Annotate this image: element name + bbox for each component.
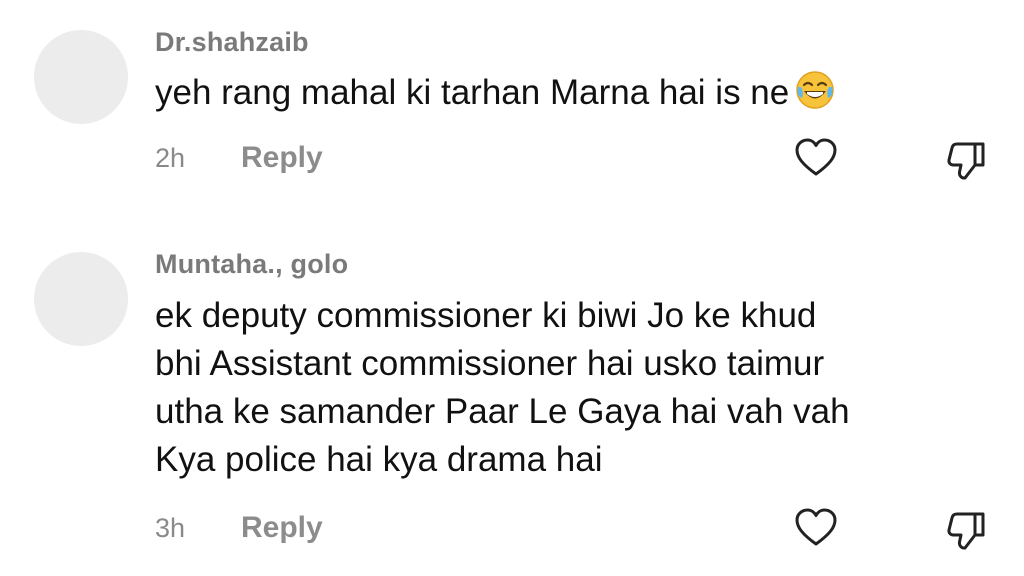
comment-body: Muntaha., golo ek deputy commissioner ki…	[155, 248, 985, 484]
like-button[interactable]	[792, 134, 840, 182]
thumbs-down-outline-icon	[947, 142, 985, 180]
dislike-button[interactable]	[942, 136, 990, 184]
thumbs-down-outline-icon	[947, 512, 985, 550]
avatar[interactable]	[34, 252, 128, 346]
avatar[interactable]	[34, 30, 128, 124]
reply-button[interactable]: Reply	[241, 141, 323, 175]
heart-outline-icon	[795, 138, 837, 176]
comment-text: ek deputy commissioner ki biwi Jo ke khu…	[155, 296, 850, 479]
comment-meta: 3h Reply	[155, 508, 323, 548]
dislike-button[interactable]	[942, 506, 990, 554]
face-with-tears-of-joy-icon	[796, 71, 834, 109]
comment-item: Dr.shahzaib yeh rang mahal ki tarhan Mar…	[0, 0, 1024, 215]
comment-text-content: yeh rang mahal ki tarhan Marna hai is ne	[155, 73, 790, 112]
comment-meta: 2h Reply	[155, 138, 323, 178]
comment-time: 2h	[155, 142, 186, 173]
heart-outline-icon	[795, 508, 837, 546]
comment-text: yeh rang mahal ki tarhan Marna hai is ne	[155, 68, 985, 118]
comment-time: 3h	[155, 512, 186, 543]
comment-body: Dr.shahzaib yeh rang mahal ki tarhan Mar…	[155, 26, 985, 118]
reply-button[interactable]: Reply	[241, 511, 323, 545]
like-button[interactable]	[792, 504, 840, 552]
comment-username[interactable]: Dr.shahzaib	[155, 26, 985, 58]
comment-item: Muntaha., golo ek deputy commissioner ki…	[0, 215, 1024, 576]
comment-username[interactable]: Muntaha., golo	[155, 248, 985, 280]
